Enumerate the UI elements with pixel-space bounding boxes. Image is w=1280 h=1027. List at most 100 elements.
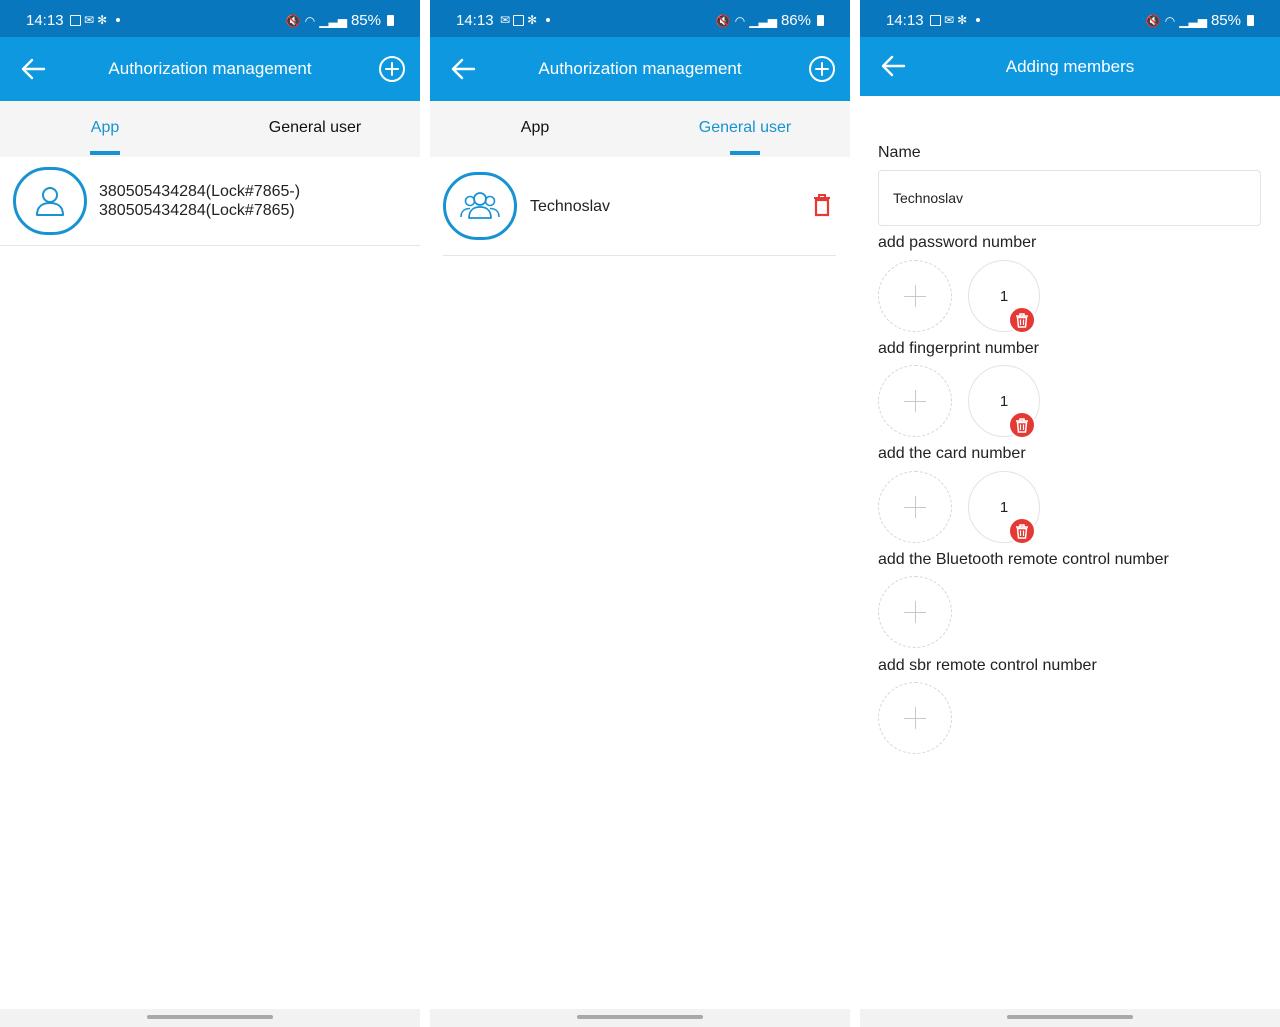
navigation-bar bbox=[430, 1009, 850, 1027]
tab-general-user[interactable]: General user bbox=[640, 101, 850, 157]
tab-label: General user bbox=[698, 119, 792, 136]
add-fingerprint-button[interactable] bbox=[878, 365, 952, 437]
mute-icon: 🔇 bbox=[1145, 13, 1161, 28]
add-card-button[interactable] bbox=[878, 471, 952, 543]
battery-percent: 85% bbox=[350, 12, 381, 29]
gallery-icon bbox=[930, 14, 941, 26]
status-time: 14:13 bbox=[26, 12, 64, 29]
trash-icon[interactable] bbox=[811, 193, 833, 217]
more-notifications-icon bbox=[546, 18, 551, 22]
fingerprint-number: 1 bbox=[999, 393, 1009, 410]
signal-icon: ▁▃▅ bbox=[319, 13, 347, 28]
notification-icons: ✉ ✻ bbox=[930, 13, 981, 27]
sbr-remote-label: add sbr remote control number bbox=[878, 657, 1097, 674]
bluetooth-remote-label: add the Bluetooth remote control number bbox=[878, 551, 1169, 568]
app-user-line-1: 380505434284(Lock#7865-) bbox=[99, 183, 301, 200]
password-number: 1 bbox=[999, 288, 1009, 305]
tab-app[interactable]: App bbox=[0, 101, 210, 157]
card-label: add the card number bbox=[878, 445, 1026, 462]
system-icons: 🔇 ◠ ▁▃▅ 85% bbox=[1146, 12, 1254, 29]
page-title: Authorization management bbox=[538, 59, 742, 78]
wifi-icon: ◠ bbox=[304, 13, 316, 28]
password-label: add password number bbox=[878, 234, 1037, 251]
battery-percent: 85% bbox=[1210, 12, 1241, 29]
app-bar: Adding members bbox=[860, 37, 1280, 96]
page-title: Authorization management bbox=[108, 59, 312, 78]
avatar bbox=[13, 167, 87, 235]
navigation-bar bbox=[0, 1009, 420, 1027]
mute-icon: 🔇 bbox=[715, 13, 731, 28]
more-notifications-icon bbox=[976, 18, 981, 22]
mail-icon: ✉ bbox=[500, 13, 511, 27]
delete-fingerprint-button[interactable] bbox=[1008, 411, 1036, 439]
home-indicator[interactable] bbox=[147, 1015, 273, 1019]
add-password-button[interactable] bbox=[878, 260, 952, 332]
mail-icon: ✉ bbox=[84, 13, 95, 27]
name-input[interactable] bbox=[878, 170, 1261, 226]
wifi-icon: ◠ bbox=[1164, 13, 1176, 28]
tab-indicator bbox=[730, 151, 760, 155]
notification-icons: ✉ ✻ bbox=[500, 13, 551, 27]
tab-indicator bbox=[90, 151, 120, 155]
signal-icon: ▁▃▅ bbox=[749, 13, 777, 28]
status-time: 14:13 bbox=[886, 12, 924, 29]
tab-bar: App General user bbox=[430, 101, 850, 157]
add-sbr-remote-button[interactable] bbox=[878, 682, 952, 754]
screen-authorization-app: 14:13 ✉ ✻ 🔇 ◠ ▁▃▅ 85% Authorization mana… bbox=[0, 0, 420, 1027]
system-icons: 🔇 ◠ ▁▃▅ 85% bbox=[286, 12, 394, 29]
navigation-bar bbox=[860, 1009, 1280, 1027]
fan-icon: ✻ bbox=[957, 13, 968, 27]
app-bar: Authorization management bbox=[430, 37, 850, 101]
add-circle-icon[interactable] bbox=[378, 55, 406, 83]
battery-icon bbox=[817, 15, 824, 26]
app-user-text: 380505434284(Lock#7865-) 380505434284(Lo… bbox=[99, 182, 300, 220]
status-time: 14:13 bbox=[456, 12, 494, 29]
delete-card-button[interactable] bbox=[1008, 517, 1036, 545]
system-icons: 🔇 ◠ ▁▃▅ 86% bbox=[716, 12, 824, 29]
card-number: 1 bbox=[999, 499, 1009, 516]
tab-bar: App General user bbox=[0, 101, 420, 157]
status-bar: 14:13 ✉ ✻ 🔇 ◠ ▁▃▅ 85% bbox=[860, 0, 1280, 37]
gallery-icon bbox=[70, 14, 81, 26]
screen-adding-members: 14:13 ✉ ✻ 🔇 ◠ ▁▃▅ 85% Adding members Nam… bbox=[860, 0, 1280, 1027]
battery-icon bbox=[387, 15, 394, 26]
status-bar: 14:13 ✉ ✻ 🔇 ◠ ▁▃▅ 85% bbox=[0, 0, 420, 37]
group-icon bbox=[460, 192, 500, 219]
page-title: Adding members bbox=[1005, 57, 1135, 76]
tab-label: General user bbox=[268, 119, 362, 136]
notification-icons: ✉ ✻ bbox=[70, 13, 121, 27]
home-indicator[interactable] bbox=[577, 1015, 703, 1019]
home-indicator[interactable] bbox=[1007, 1015, 1133, 1019]
mute-icon: 🔇 bbox=[285, 13, 301, 28]
tab-label: App bbox=[520, 119, 550, 136]
avatar bbox=[443, 172, 517, 240]
wifi-icon: ◠ bbox=[734, 13, 746, 28]
trash-icon bbox=[1016, 523, 1028, 539]
battery-icon bbox=[1247, 15, 1254, 26]
general-user-name: Technoslav bbox=[530, 198, 611, 215]
signal-icon: ▁▃▅ bbox=[1179, 13, 1207, 28]
delete-password-button[interactable] bbox=[1008, 306, 1036, 334]
name-label: Name bbox=[878, 144, 921, 161]
mail-icon: ✉ bbox=[944, 13, 955, 27]
app-user-line-2: 380505434284(Lock#7865) bbox=[99, 202, 295, 219]
tab-label: App bbox=[90, 119, 120, 136]
more-notifications-icon bbox=[116, 18, 121, 22]
gallery-icon bbox=[513, 14, 525, 26]
tab-general-user[interactable]: General user bbox=[210, 101, 420, 157]
divider bbox=[0, 245, 420, 246]
status-bar: 14:13 ✉ ✻ 🔇 ◠ ▁▃▅ 86% bbox=[430, 0, 850, 37]
divider bbox=[443, 255, 836, 256]
tab-app[interactable]: App bbox=[430, 101, 640, 157]
fan-icon: ✻ bbox=[97, 13, 108, 27]
add-bluetooth-remote-button[interactable] bbox=[878, 576, 952, 648]
battery-percent: 86% bbox=[780, 12, 811, 29]
trash-icon bbox=[1016, 312, 1028, 328]
user-icon bbox=[36, 187, 64, 216]
add-circle-icon[interactable] bbox=[808, 55, 836, 83]
screen-authorization-general-user: 14:13 ✉ ✻ 🔇 ◠ ▁▃▅ 86% Authorization mana… bbox=[430, 0, 850, 1027]
app-bar: Authorization management bbox=[0, 37, 420, 101]
fan-icon: ✻ bbox=[527, 13, 538, 27]
fingerprint-label: add fingerprint number bbox=[878, 340, 1039, 357]
trash-icon bbox=[1016, 417, 1028, 433]
